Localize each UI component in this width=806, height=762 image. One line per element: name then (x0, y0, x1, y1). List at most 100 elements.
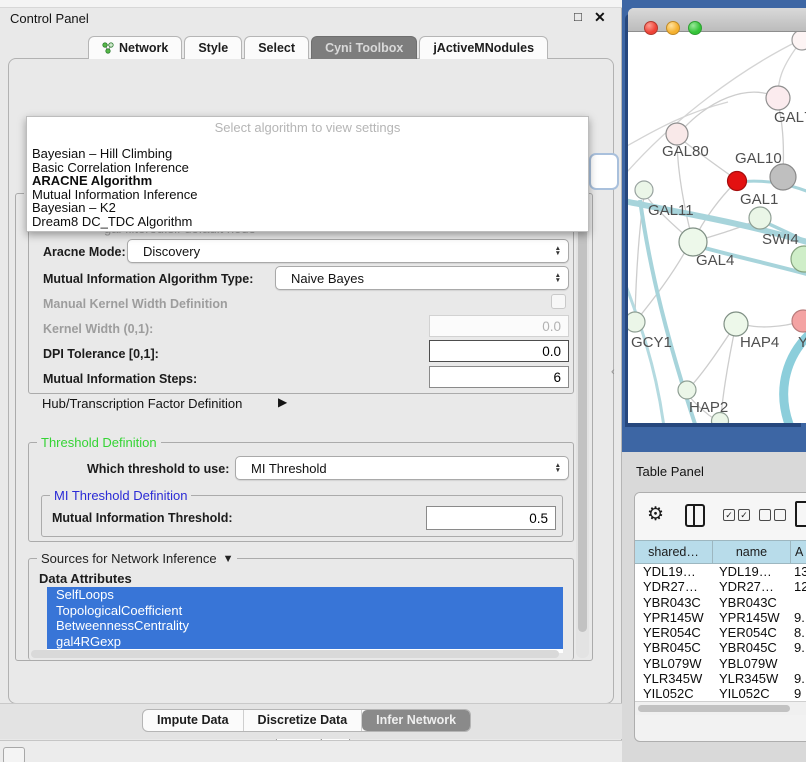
network-node[interactable] (770, 164, 796, 190)
network-node[interactable] (728, 172, 747, 191)
manual-kernel-checkbox[interactable] (551, 294, 566, 309)
network-window-titlebar[interactable] (628, 8, 806, 32)
table-cell: YER054C (635, 625, 713, 640)
network-node[interactable] (749, 207, 771, 229)
mi-steps-field[interactable] (429, 366, 569, 388)
sources-collapse-arrow-icon[interactable]: ▼ (223, 553, 234, 565)
table-row[interactable]: YER054CYER054C8. (635, 625, 806, 640)
settings-scrollbar-thumb[interactable] (578, 202, 587, 632)
table-cell: 8. (791, 625, 806, 640)
new-table-icon[interactable] (795, 501, 806, 527)
deselect-all-icon[interactable] (759, 509, 786, 521)
which-threshold-label: Which threshold to use: (87, 462, 229, 476)
mi-type-select[interactable]: Naive Bayes ▲▼ (275, 266, 569, 290)
table-panel: Table Panel ⚙ ✓ ✓ shared… (622, 452, 806, 762)
network-node-label: GAL80 (662, 143, 709, 160)
table-cell: YBR043C (635, 595, 713, 610)
network-node[interactable] (792, 310, 806, 332)
network-canvas[interactable]: GAL7GAL80GAL10GAL11GAL1SWI4GAL4GCY1HAP4Y… (628, 32, 806, 423)
tab-select[interactable]: Select (244, 36, 309, 59)
network-node[interactable] (766, 86, 790, 110)
mi-threshold-title: MI Threshold Definition (50, 488, 191, 503)
float-window-icon[interactable]: □ (574, 9, 582, 24)
data-attributes-list[interactable]: SelfLoopsTopologicalCoefficientBetweenne… (47, 587, 563, 653)
gear-icon[interactable]: ⚙ (647, 503, 664, 526)
threshold-definition-title: Threshold Definition (37, 435, 161, 450)
sources-group: Sources for Network Inference ▼ Data Att… (28, 558, 574, 660)
table-row[interactable]: YBR045CYBR045C9. (635, 640, 806, 655)
attribute-item[interactable]: SelfLoops (47, 587, 563, 603)
tab-style[interactable]: Style (184, 36, 242, 59)
dpi-tolerance-field[interactable] (429, 340, 569, 362)
table-cell: YBR043C (713, 595, 791, 610)
table-row[interactable]: YBR043CYBR043C (635, 595, 806, 610)
network-view-window[interactable]: GAL7GAL80GAL10GAL11GAL1SWI4GAL4GCY1HAP4Y… (628, 8, 806, 423)
algorithm-option[interactable]: Basic Correlation Inference (32, 161, 583, 175)
network-node[interactable] (666, 123, 688, 145)
algorithm-option[interactable]: Bayesian – K2 (32, 201, 583, 215)
cyni-toolbox-panel: gal filtered.sif default node Cyni Algor… (8, 58, 614, 704)
bottom-tabs: Impute Data Discretize Data Infer Networ… (142, 709, 471, 732)
tab-infer-network[interactable]: Infer Network (362, 710, 470, 731)
network-node[interactable] (628, 312, 645, 332)
mi-type-label: Mutual Information Algorithm Type: (43, 272, 253, 286)
control-panel-tabs: Network Style Select Cyni Toolbox jActiv… (88, 36, 548, 59)
table-row[interactable]: YIL052CYIL052C9 (635, 686, 806, 701)
algorithm-option[interactable]: ARACNE Algorithm (32, 174, 583, 188)
kernel-width-field[interactable] (429, 315, 569, 337)
network-node[interactable] (678, 381, 696, 399)
settings-scrollbar[interactable] (576, 196, 589, 658)
tab-cyni-toolbox[interactable]: Cyni Toolbox (311, 36, 417, 59)
network-node[interactable] (792, 32, 806, 50)
table-cell: YDR27… (635, 579, 713, 594)
tab-discretize-data[interactable]: Discretize Data (244, 710, 363, 731)
which-threshold-select[interactable]: MI Threshold ▲▼ (235, 456, 569, 480)
column-header[interactable]: A (791, 541, 806, 563)
algorithm-option[interactable]: Dream8 DC_TDC Algorithm (32, 215, 583, 229)
algorithm-dropdown-popup: Select algorithm to view settings Bayesi… (26, 116, 589, 232)
close-icon[interactable]: ✕ (594, 9, 606, 26)
collapsed-panel-button[interactable] (3, 747, 25, 762)
network-node-label: GAL11 (648, 202, 694, 219)
tab-impute-data[interactable]: Impute Data (143, 710, 244, 731)
table-row[interactable]: YDL19…YDL19…13 (635, 564, 806, 579)
network-node-label: SWI4 (762, 231, 799, 248)
mi-threshold-field[interactable] (426, 506, 556, 530)
table-row[interactable]: YPR145WYPR145W9. (635, 610, 806, 625)
table-cell: YPR145W (635, 610, 713, 625)
network-node[interactable] (635, 181, 653, 199)
network-node[interactable] (791, 246, 806, 272)
table-row[interactable]: YBL079WYBL079W (635, 656, 806, 671)
table-cell: YBL079W (713, 656, 791, 671)
attribute-item[interactable]: gal4RGexp (47, 634, 563, 650)
table-hscrollbar-thumb[interactable] (638, 705, 790, 712)
tab-network[interactable]: Network (88, 36, 182, 59)
hub-expand-arrow-icon[interactable]: ▶ (278, 395, 287, 409)
attribute-item[interactable]: TopologicalCoefficient (47, 603, 563, 619)
tab-jactivemnodules-label: jActiveMNodules (433, 37, 534, 59)
app-root: Control Panel □ ✕ Network Style Select (0, 0, 806, 762)
columns-icon[interactable] (685, 504, 705, 527)
table-cell: 9. (791, 610, 806, 625)
column-header[interactable]: shared… (635, 541, 713, 563)
select-all-icon[interactable]: ✓ ✓ (723, 509, 750, 521)
panel-splitter-icon[interactable]: ‹ (611, 366, 615, 378)
algorithm-option[interactable]: Mutual Information Inference (32, 188, 583, 202)
manual-kernel-label: Manual Kernel Width Definition (43, 297, 228, 311)
algorithm-option[interactable]: Bayesian – Hill Climbing (32, 147, 583, 161)
column-header[interactable]: name (713, 541, 791, 563)
network-node-label: GAL7 (774, 109, 806, 126)
table-cell: 9. (791, 640, 806, 655)
attribute-item[interactable]: BetweennessCentrality (47, 618, 563, 634)
table-row[interactable]: YDR27…YDR27…12 (635, 579, 806, 594)
bottom-strip (0, 740, 622, 762)
table-hscrollbar[interactable] (635, 701, 806, 715)
table-cell: YPR145W (713, 610, 791, 625)
which-threshold-value: MI Threshold (251, 461, 327, 476)
network-node[interactable] (724, 312, 748, 336)
attributes-hscrollbar[interactable] (31, 650, 559, 658)
kernel-width-label: Kernel Width (0,1): (43, 322, 153, 336)
tab-jactivemnodules[interactable]: jActiveMNodules (419, 36, 548, 59)
aracne-mode-select[interactable]: Discovery ▲▼ (127, 239, 569, 263)
table-row[interactable]: YLR345WYLR345W9. (635, 671, 806, 686)
